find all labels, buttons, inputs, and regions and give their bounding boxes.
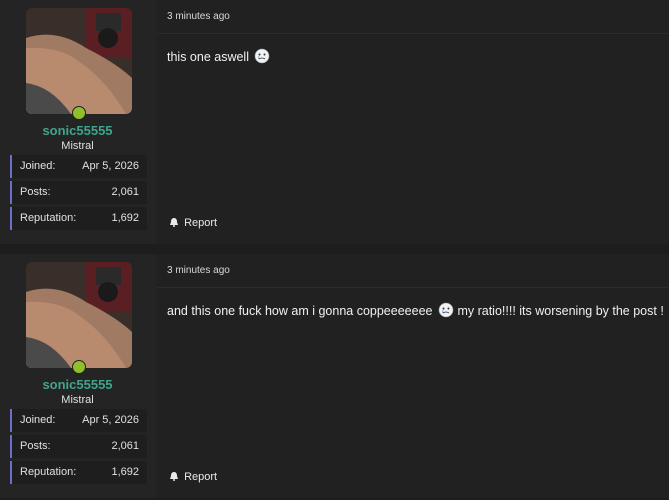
report-button[interactable]: Report <box>169 217 217 229</box>
stat-label: Posts: <box>20 440 51 452</box>
stat-reputation: Reputation: 1,692 <box>10 461 147 484</box>
user-title: Mistral <box>61 394 94 406</box>
online-status-indicator <box>72 106 86 120</box>
stat-value: Apr 5, 2026 <box>82 160 139 172</box>
stat-label: Joined: <box>20 414 56 426</box>
avatar[interactable] <box>26 8 132 114</box>
stat-joined: Joined: Apr 5, 2026 <box>10 409 147 432</box>
stat-label: Joined: <box>20 160 56 172</box>
report-button[interactable]: Report <box>169 471 217 483</box>
message-text-after: my ratio!!!! its worsening by the post ! <box>457 304 664 318</box>
bell-icon <box>170 472 178 481</box>
stat-value: 2,061 <box>111 440 139 452</box>
stat-reputation: Reputation: 1,692 <box>10 207 147 230</box>
user-info-panel: sonic55555 Mistral Joined: Apr 5, 2026 P… <box>0 254 155 498</box>
message-header: 3 minutes ago <box>157 254 669 288</box>
message-text: this one aswell <box>167 50 249 64</box>
stat-label: Posts: <box>20 186 51 198</box>
message-header: 3 minutes ago <box>157 0 669 34</box>
message-body: this one aswell <box>167 48 270 64</box>
avatar[interactable] <box>26 262 132 368</box>
stat-value: 1,692 <box>111 212 139 224</box>
stat-value: 1,692 <box>111 466 139 478</box>
username-link[interactable]: sonic55555 <box>0 377 155 392</box>
post: sonic55555 Mistral Joined: Apr 5, 2026 P… <box>0 254 669 498</box>
post: sonic55555 Mistral Joined: Apr 5, 2026 P… <box>0 0 669 244</box>
stat-value: Apr 5, 2026 <box>82 414 139 426</box>
stat-posts: Posts: 2,061 <box>10 181 147 204</box>
report-label: Report <box>184 471 218 483</box>
report-label: Report <box>184 217 218 229</box>
user-title: Mistral <box>61 140 94 152</box>
message-panel: 3 minutes ago this one aswell Report <box>157 0 669 244</box>
crying-face-icon <box>438 302 454 318</box>
bell-icon <box>170 218 178 227</box>
online-status-indicator <box>72 360 86 374</box>
crying-face-icon <box>255 48 270 64</box>
stat-joined: Joined: Apr 5, 2026 <box>10 155 147 178</box>
username-link[interactable]: sonic55555 <box>0 123 155 138</box>
user-info-panel: sonic55555 Mistral Joined: Apr 5, 2026 P… <box>0 0 155 244</box>
message-text: and this one fuck how am i gonna coppeee… <box>167 304 433 318</box>
post-timestamp[interactable]: 3 minutes ago <box>167 265 230 276</box>
message-panel: 3 minutes ago and this one fuck how am i… <box>157 254 669 498</box>
stat-label: Reputation: <box>20 212 77 224</box>
post-timestamp[interactable]: 3 minutes ago <box>167 11 230 22</box>
stat-label: Reputation: <box>20 466 77 478</box>
stat-posts: Posts: 2,061 <box>10 435 147 458</box>
message-body: and this one fuck how am i gonna coppeee… <box>167 302 664 318</box>
stat-value: 2,061 <box>111 186 139 198</box>
